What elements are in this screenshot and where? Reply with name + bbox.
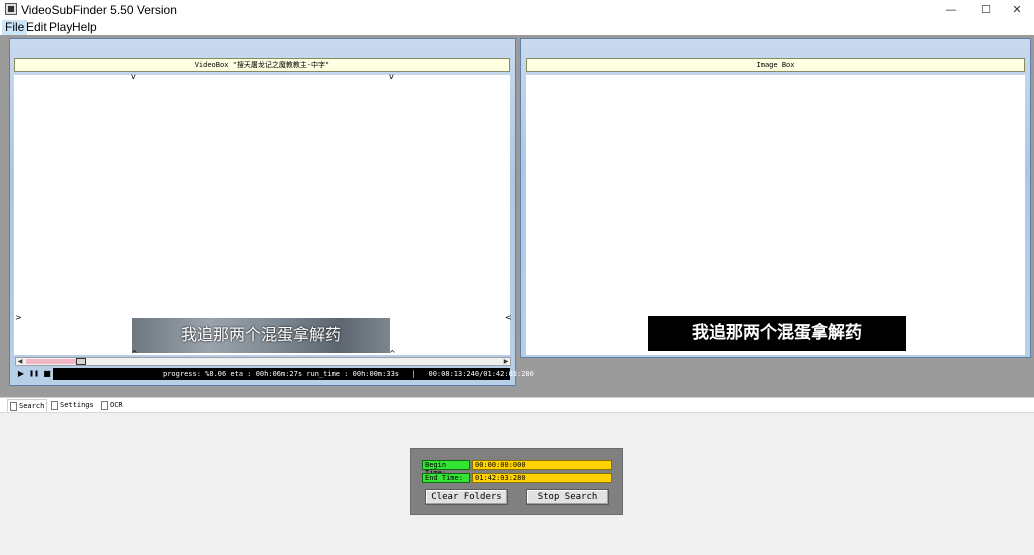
- seek-progress-fill: [26, 359, 76, 364]
- seek-slider[interactable]: ◀ ▶: [15, 357, 511, 366]
- search-panel: Begin Time: 00:00:00:000 End Time: 01:42…: [410, 448, 623, 515]
- clear-folders-button[interactable]: Clear Folders: [425, 489, 508, 505]
- video-box-title: VideoBox "搜天屠龙记之魔教教主-中字": [14, 58, 510, 72]
- end-time-label: End Time:: [422, 473, 470, 483]
- slider-left-arrow[interactable]: ◀: [16, 358, 24, 365]
- left-marker[interactable]: >: [15, 314, 22, 322]
- seek-thumb[interactable]: [76, 358, 86, 365]
- slider-right-arrow[interactable]: ▶: [502, 358, 510, 365]
- title-bar: VideoSubFinder 5.50 Version — ☐ ✕: [0, 0, 1034, 20]
- right-marker[interactable]: <: [505, 314, 512, 322]
- video-display[interactable]: 我追那两个混蛋拿解药: [14, 75, 510, 355]
- top-right-marker[interactable]: v: [389, 73, 394, 81]
- video-box-panel: VideoBox "搜天屠龙记之魔教教主-中字" 我追那两个混蛋拿解药 v v …: [9, 38, 534, 386]
- video-frame: 我追那两个混蛋拿解药: [132, 318, 390, 353]
- tab-search[interactable]: Search: [7, 399, 47, 413]
- top-left-marker[interactable]: v: [131, 73, 136, 81]
- document-icon: [101, 401, 108, 410]
- begin-time-label: Begin Time:: [422, 460, 470, 477]
- menu-help[interactable]: Help: [69, 20, 100, 35]
- document-icon: [10, 402, 17, 411]
- image-subtitle-text: 我追那两个混蛋拿解药: [692, 323, 862, 343]
- image-display: 我追那两个混蛋拿解药: [526, 75, 1025, 355]
- progress-status-bar: progress: %8.06 eta : 00h:06m:27s run_ti…: [53, 368, 534, 380]
- video-subtitle-text: 我追那两个混蛋拿解药: [180, 325, 341, 344]
- maximize-button[interactable]: ☐: [969, 0, 1003, 20]
- window-title: VideoSubFinder 5.50 Version: [21, 3, 177, 17]
- image-subtitle-frame: 我追那两个混蛋拿解药: [648, 316, 906, 351]
- tab-settings[interactable]: Settings: [49, 399, 95, 413]
- stop-search-button[interactable]: Stop Search: [526, 489, 609, 505]
- document-icon: [51, 401, 58, 410]
- tab-strip: Search Settings OCR: [0, 397, 1034, 413]
- app-icon: [5, 3, 17, 15]
- begin-time-field[interactable]: 00:00:00:000: [472, 460, 612, 470]
- minimize-button[interactable]: —: [934, 0, 968, 20]
- close-button[interactable]: ✕: [1000, 0, 1034, 20]
- pause-button[interactable]: ❚❚: [28, 368, 40, 380]
- workspace: VideoBox "搜天屠龙记之魔教教主-中字" 我追那两个混蛋拿解药 v v …: [0, 35, 1034, 397]
- stop-button[interactable]: ■: [41, 368, 53, 380]
- image-box-title: Image Box: [526, 58, 1025, 72]
- tab-ocr[interactable]: OCR: [99, 399, 129, 413]
- play-button[interactable]: ▶: [15, 368, 27, 380]
- end-time-field[interactable]: 01:42:03:280: [472, 473, 612, 483]
- tab-settings-label: Settings: [60, 401, 94, 409]
- tab-search-label: Search: [19, 402, 45, 410]
- tab-ocr-label: OCR: [110, 401, 123, 409]
- menu-bar: File Edit Play Help: [0, 20, 1034, 35]
- image-box-panel: Image Box 我追那两个混蛋拿解药: [520, 38, 1031, 358]
